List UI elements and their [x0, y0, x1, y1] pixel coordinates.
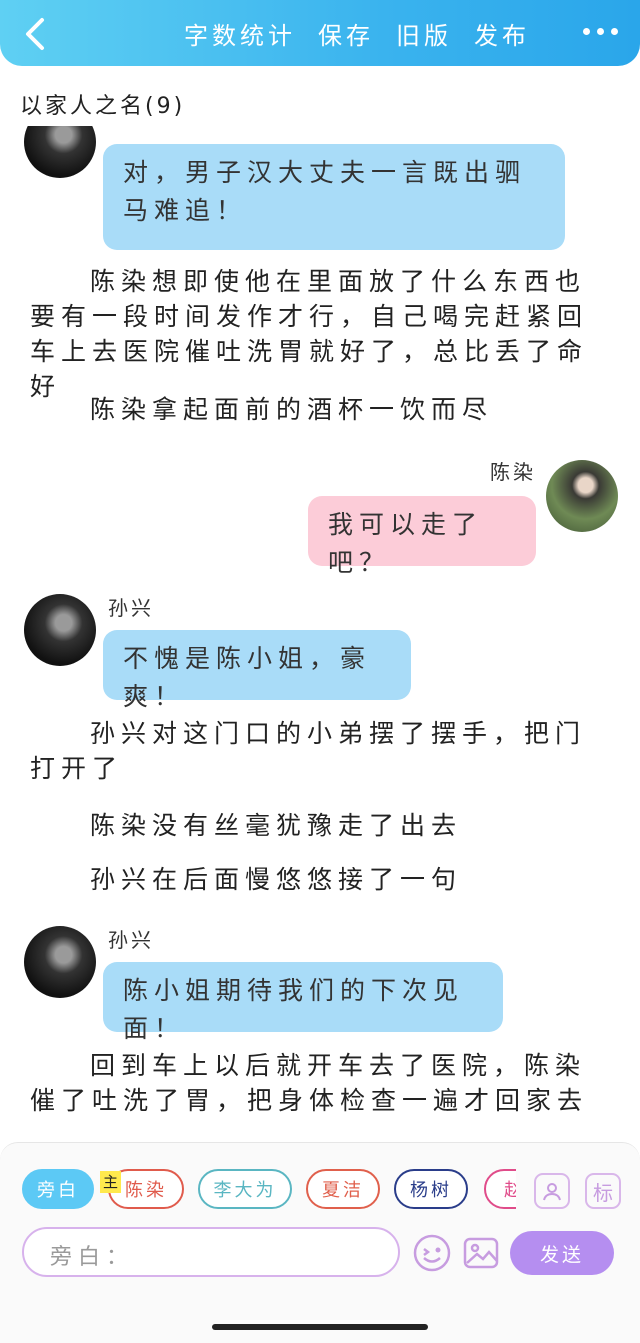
sender-name: 陈染 — [490, 460, 536, 484]
avatar-chenran[interactable] — [546, 460, 618, 532]
narration-paragraph[interactable]: 陈染没有丝毫犹豫走了出去 — [30, 808, 605, 843]
home-indicator — [212, 1324, 428, 1330]
role-chip-yangshu[interactable]: 杨树 — [394, 1169, 468, 1209]
message-input[interactable]: 旁白： — [22, 1227, 400, 1277]
top-actions: 字数统计 保存 旧版 发布 — [184, 16, 530, 51]
message-bubble[interactable]: 不愧是陈小姐，豪爽！ — [103, 630, 411, 711]
role-chip-narrator[interactable]: 旁白 — [22, 1169, 94, 1209]
word-count-button[interactable]: 字数统计 — [184, 16, 296, 51]
top-bar: 字数统计 保存 旧版 发布 — [0, 0, 640, 66]
role-chip-xiajie[interactable]: 夏洁 — [306, 1169, 380, 1209]
sender-name: 孙兴 — [108, 596, 154, 620]
chat-content[interactable]: 对，男子汉大丈夫一言既出驷马难追！ 陈染想即使他在里面放了什么东西也要有一段时间… — [0, 126, 640, 1140]
more-icon[interactable] — [583, 28, 618, 35]
role-chip-lidawei[interactable]: 李大为 — [198, 1169, 292, 1209]
avatar-sunxing[interactable] — [24, 594, 96, 666]
main-role-tag: 主 — [100, 1171, 122, 1193]
avatar-sunxing[interactable] — [24, 126, 96, 178]
save-button[interactable]: 保存 — [318, 16, 374, 51]
emoji-icon[interactable] — [412, 1233, 452, 1273]
message-bubble[interactable]: 陈小姐期待我们的下次见面！ — [103, 962, 503, 1043]
narration-paragraph[interactable]: 孙兴在后面慢悠悠接了一句 — [30, 862, 605, 897]
composer-panel: 旁白 陈染 李大为 夏洁 杨树 赵 主 标 旁白： 发送 — [0, 1142, 640, 1343]
image-icon[interactable] — [461, 1233, 501, 1273]
narration-paragraph[interactable]: 陈染拿起面前的酒杯一饮而尽 — [30, 392, 605, 427]
message-bubble[interactable]: 对，男子汉大丈夫一言既出驷马难追！ — [103, 144, 565, 250]
input-placeholder: 旁白： — [50, 1245, 135, 1270]
publish-button[interactable]: 发布 — [474, 16, 530, 51]
old-version-button[interactable]: 旧版 — [396, 16, 452, 51]
role-manage-icon[interactable] — [534, 1173, 570, 1209]
avatar-sunxing[interactable] — [24, 926, 96, 998]
book-title: 以家人之名(9) — [20, 94, 186, 119]
narration-paragraph[interactable]: 回到车上以后就开车去了医院，陈染催了吐洗了胃，把身体检查一遍才回家去 — [30, 1048, 605, 1118]
narration-paragraph[interactable]: 孙兴对这门口的小弟摆了摆手，把门打开了 — [30, 716, 605, 786]
role-chip-zhao[interactable]: 赵 — [484, 1169, 516, 1209]
sender-name: 孙兴 — [108, 928, 154, 952]
send-button[interactable]: 发送 — [510, 1231, 614, 1275]
role-selector[interactable]: 旁白 陈染 李大为 夏洁 杨树 赵 — [22, 1169, 516, 1213]
narration-paragraph[interactable]: 陈染想即使他在里面放了什么东西也要有一段时间发作才行，自己喝完赶紧回车上去医院催… — [30, 264, 605, 404]
tag-button[interactable]: 标 — [585, 1173, 621, 1209]
message-bubble[interactable]: 我可以走了吧？ — [308, 496, 536, 577]
back-icon[interactable] — [18, 14, 52, 54]
